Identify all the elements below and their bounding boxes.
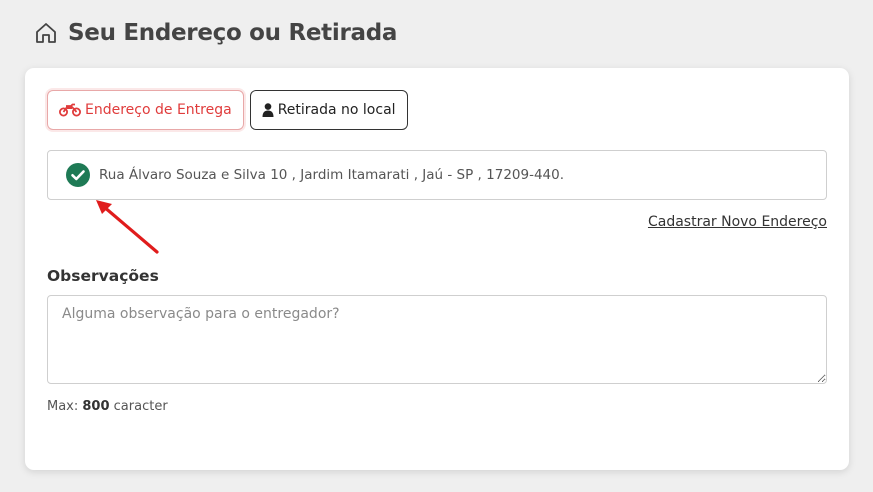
check-circle-icon [66,163,90,187]
address-text: Rua Álvaro Souza e Silva 10 , Jardim Ita… [99,167,565,183]
new-address-link[interactable]: Cadastrar Novo Endereço [648,214,827,230]
tab-delivery-address[interactable]: Endereço de Entrega [47,90,244,130]
selected-address[interactable]: Rua Álvaro Souza e Silva 10 , Jardim Ita… [47,150,827,200]
delivery-mode-tabs: Endereço de Entrega Retirada no local [47,90,408,130]
red-arrow-icon [89,194,169,258]
tab-pickup-label: Retirada no local [277,102,396,118]
max-value: 800 [82,399,110,414]
home-icon [34,21,58,45]
observations-label: Observações [47,267,159,285]
tab-pickup[interactable]: Retirada no local [249,90,408,130]
max-suffix: caracter [109,399,168,414]
page-title: Seu Endereço ou Retirada [68,20,398,46]
tab-delivery-address-label: Endereço de Entrega [85,102,232,118]
max-characters-note: Max: 800 caracter [47,399,168,414]
page-header: Seu Endereço ou Retirada [34,20,397,46]
address-card: Endereço de Entrega Retirada no local Ru… [25,68,849,470]
user-icon [262,103,274,117]
motorcycle-icon [59,103,81,117]
max-prefix: Max: [47,399,83,414]
observations-textarea[interactable] [47,295,827,384]
